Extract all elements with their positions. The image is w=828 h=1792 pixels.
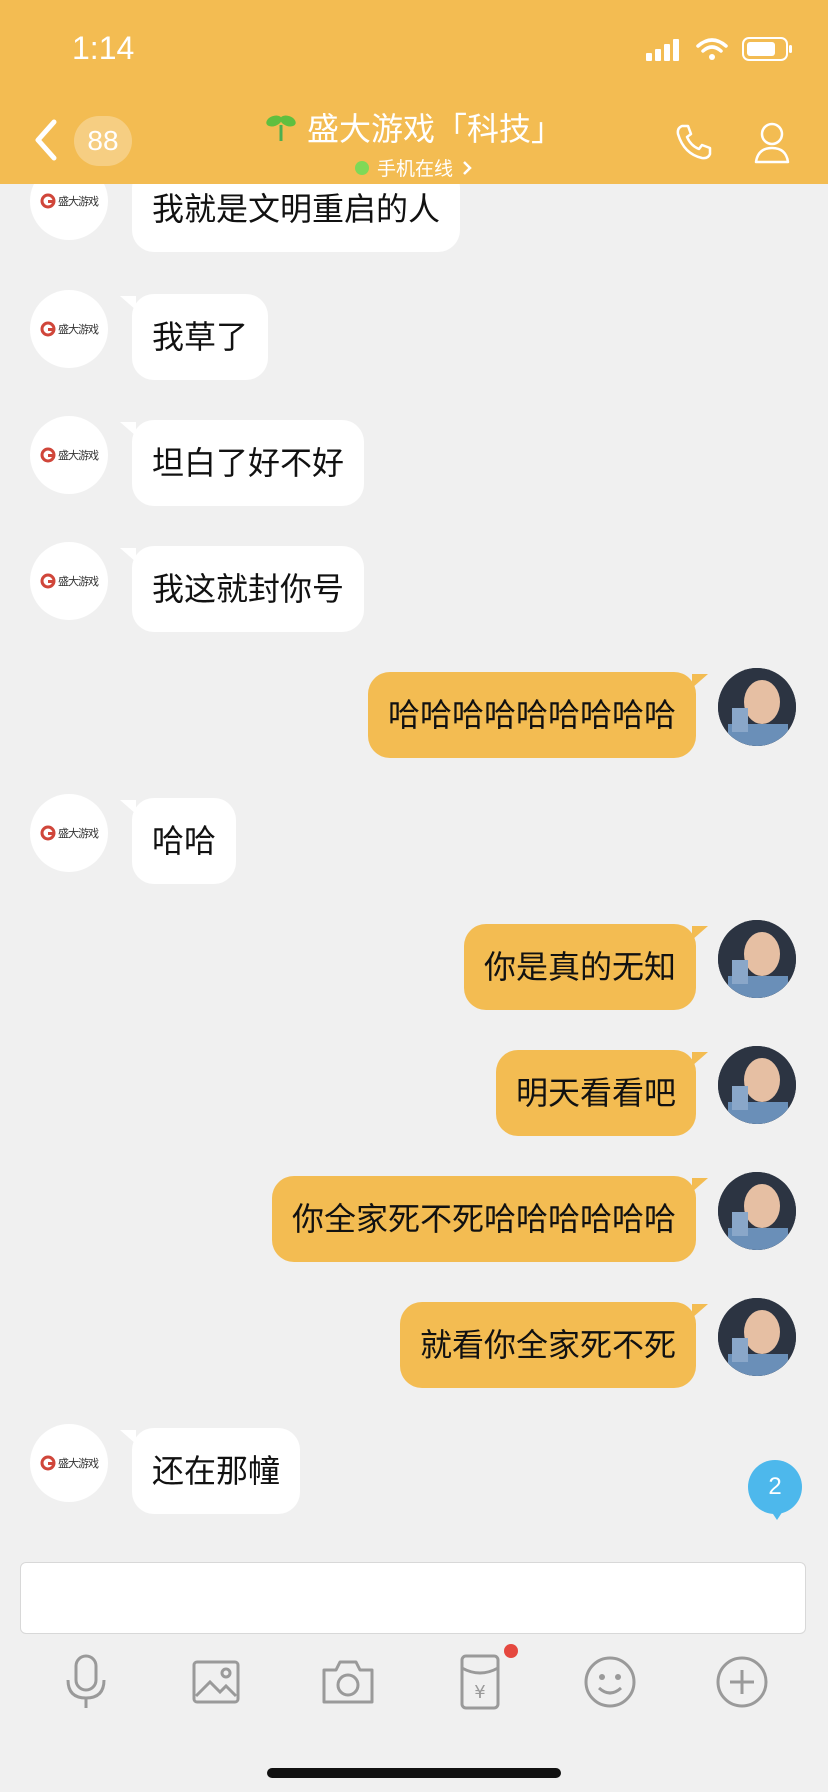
online-dot-icon xyxy=(354,160,369,175)
user-photo-icon xyxy=(718,1298,796,1376)
message-input[interactable] xyxy=(20,1562,806,1634)
message-bubble[interactable]: 哈哈 xyxy=(132,798,237,884)
sprout-icon xyxy=(266,115,296,141)
logo-text: 盛大游戏 xyxy=(58,449,99,462)
wifi-icon xyxy=(696,38,728,60)
message-bubble[interactable]: 你是真的无知 xyxy=(463,924,696,1010)
contact-avatar[interactable]: 盛大游戏 xyxy=(30,290,108,368)
message-bubble[interactable]: 哈哈哈哈哈哈哈哈哈 xyxy=(367,672,696,758)
composer-toolbar: ¥ xyxy=(0,1644,828,1730)
bubble-tail xyxy=(692,1052,708,1066)
logo-icon xyxy=(40,321,56,337)
logo-text: 盛大游戏 xyxy=(58,575,99,588)
user-avatar[interactable] xyxy=(718,1046,796,1124)
chat-title: 盛大游戏「科技」 xyxy=(265,104,563,150)
camera-icon[interactable] xyxy=(316,1650,380,1714)
logo-text: 盛大游戏 xyxy=(58,827,99,840)
user-photo-icon xyxy=(718,1172,796,1250)
unread-badge-tail xyxy=(769,1508,785,1520)
image-icon[interactable] xyxy=(184,1650,248,1714)
message-bubble[interactable]: 坦白了好不好 xyxy=(132,420,365,506)
contact-avatar[interactable]: 盛大游戏 xyxy=(30,794,108,872)
message-bubble[interactable]: 还在那幢 xyxy=(132,1428,301,1514)
emoji-icon[interactable] xyxy=(578,1650,642,1714)
online-status-text: 手机在线 xyxy=(376,158,453,180)
home-indicator[interactable] xyxy=(267,1768,561,1778)
bubble-tail xyxy=(692,1304,708,1318)
logo-text: 盛大游戏 xyxy=(58,1457,99,1470)
logo-icon xyxy=(40,193,56,209)
message-bubble[interactable]: 你全家死不死哈哈哈哈哈哈 xyxy=(271,1176,696,1262)
battery-icon xyxy=(742,37,792,61)
logo-icon xyxy=(40,447,56,463)
online-status[interactable]: 手机在线 xyxy=(354,154,473,181)
chat-header: 1:14 88 盛大游戏「科技」 手机在线 xyxy=(0,0,828,184)
message-bubble[interactable]: 我这就封你号 xyxy=(132,546,365,632)
user-avatar[interactable] xyxy=(718,920,796,998)
logo-icon xyxy=(40,825,56,841)
message-list[interactable]: 盛大游戏 我就是文明重启的人 盛大游戏 我草了 盛大游戏 坦白了好不好 盛大游戏… xyxy=(0,0,828,1560)
contact-avatar[interactable]: 盛大游戏 xyxy=(30,542,108,620)
bubble-tail xyxy=(692,1178,708,1192)
user-photo-icon xyxy=(718,668,796,746)
plus-icon[interactable] xyxy=(710,1650,774,1714)
logo-icon xyxy=(40,573,56,589)
microphone-icon[interactable] xyxy=(54,1650,118,1714)
unread-messages-badge[interactable]: 2 xyxy=(748,1460,802,1514)
logo-text: 盛大游戏 xyxy=(58,195,99,208)
contact-avatar[interactable]: 盛大游戏 xyxy=(30,416,108,494)
user-avatar[interactable] xyxy=(718,1172,796,1250)
logo-icon xyxy=(40,1455,56,1471)
bubble-tail xyxy=(692,926,708,940)
contact-avatar[interactable]: 盛大游戏 xyxy=(30,1424,108,1502)
message-bubble[interactable]: 明天看看吧 xyxy=(495,1050,696,1136)
signal-icon xyxy=(646,39,679,61)
profile-icon[interactable] xyxy=(752,118,792,166)
chevron-right-icon xyxy=(463,160,472,175)
user-avatar[interactable] xyxy=(718,1298,796,1376)
composer-area: ¥ xyxy=(0,1540,828,1792)
user-avatar[interactable] xyxy=(718,668,796,746)
logo-text: 盛大游戏 xyxy=(58,323,99,336)
message-bubble[interactable]: 就看你全家死不死 xyxy=(399,1302,696,1388)
user-photo-icon xyxy=(718,920,796,998)
notification-dot xyxy=(504,1644,518,1658)
status-time: 1:14 xyxy=(72,30,135,66)
status-icons xyxy=(646,36,794,62)
red-packet-icon[interactable]: ¥ xyxy=(448,1650,512,1714)
bubble-tail xyxy=(692,674,708,688)
svg-text:¥: ¥ xyxy=(474,1682,485,1703)
message-bubble[interactable]: 我草了 xyxy=(132,294,269,380)
user-photo-icon xyxy=(718,1046,796,1124)
phone-icon[interactable] xyxy=(672,120,716,164)
chat-title-text: 盛大游戏「科技」 xyxy=(306,110,563,148)
